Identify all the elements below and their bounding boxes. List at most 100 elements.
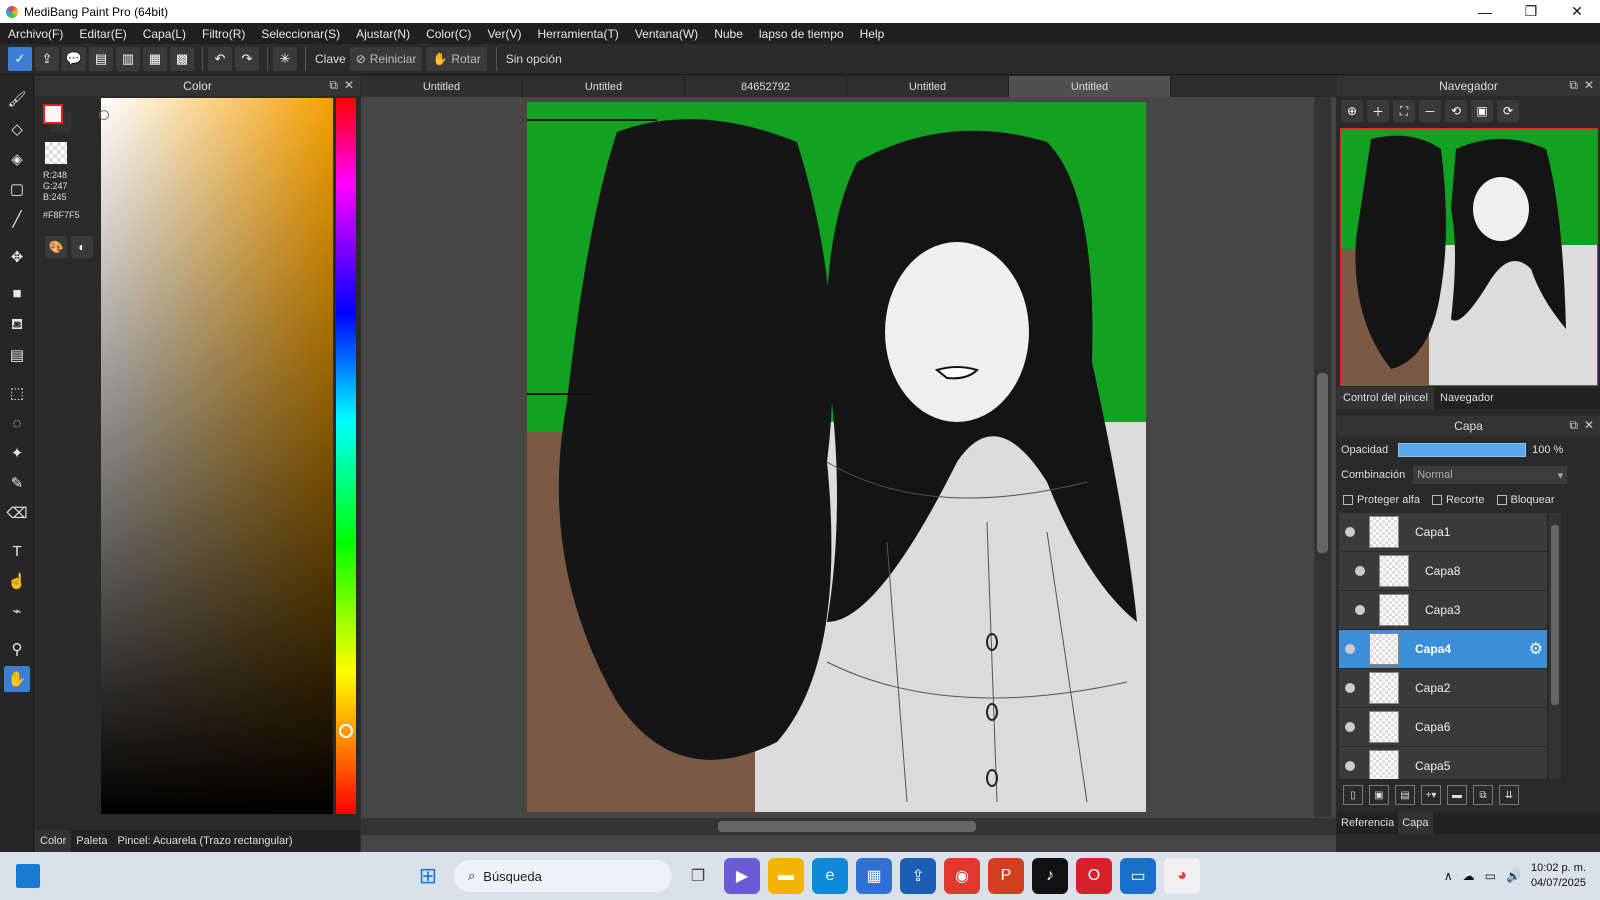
hue-slider[interactable] <box>336 98 356 814</box>
layer-row[interactable]: Capa2 <box>1339 669 1547 707</box>
undo-icon[interactable]: ↶ <box>208 47 232 71</box>
magic-wand-icon[interactable]: ✦ <box>4 440 30 466</box>
close-icon[interactable]: ✕ <box>1554 0 1600 23</box>
line-icon[interactable]: ╱ <box>4 206 30 232</box>
visibility-icon[interactable] <box>1345 761 1355 771</box>
visibility-icon[interactable] <box>1345 644 1355 654</box>
layer-row-selected[interactable]: Capa4 ⚙ <box>1339 630 1547 668</box>
weather-icon[interactable]: ☁ <box>1463 869 1475 883</box>
new-halftone-layer-icon[interactable]: ▣ <box>1369 785 1389 805</box>
tab-color[interactable]: Color <box>35 830 72 852</box>
tab-palette[interactable]: Paleta <box>71 830 112 852</box>
add-layer-menu-icon[interactable]: +▾ <box>1421 785 1441 805</box>
fit-icon[interactable]: ⛶ <box>1393 100 1415 122</box>
file-explorer-icon[interactable]: ▬ <box>768 858 804 894</box>
palette-icon[interactable]: 🎨 <box>45 236 67 258</box>
eraser-icon[interactable]: ◇ <box>4 116 30 142</box>
app-icon[interactable]: ⇪ <box>900 858 936 894</box>
page-icon[interactable]: ▥ <box>116 47 140 71</box>
windows-start-icon[interactable]: ⊞ <box>410 858 446 894</box>
panel-close-icon[interactable]: ✕ <box>344 78 354 93</box>
layer-row[interactable]: Capa3 <box>1339 591 1547 629</box>
medibang-taskbar-icon[interactable]: ◕ <box>1164 858 1200 894</box>
layer-row[interactable]: Capa5 <box>1339 747 1547 779</box>
duplicate-layer-icon[interactable]: ⧉ <box>1473 785 1493 805</box>
snap-icon[interactable]: ✳ <box>273 47 297 71</box>
lock-checkbox[interactable]: Bloquear <box>1496 494 1555 506</box>
eyedropper-icon[interactable]: ⚲ <box>4 636 30 662</box>
network-icon[interactable]: ▭ <box>1485 869 1496 883</box>
speech-bubble-icon[interactable]: 💬 <box>62 47 86 71</box>
window-app-icon[interactable]: ▭ <box>1120 858 1156 894</box>
doc-tab-3[interactable]: 84652792 <box>685 76 847 97</box>
menu-capa[interactable]: Capa(L) <box>135 27 194 41</box>
layer-row[interactable]: Capa1 <box>1339 513 1547 551</box>
opacity-slider[interactable] <box>1398 443 1527 457</box>
cloud-sync-icon[interactable]: ✓ <box>8 47 32 71</box>
tab-navigator[interactable]: Navegador <box>1434 387 1500 409</box>
visibility-icon[interactable] <box>1345 722 1355 732</box>
tab-layer[interactable]: Capa <box>1398 812 1433 834</box>
doc-tab-4[interactable]: Untitled <box>847 76 1009 97</box>
widgets-icon[interactable] <box>16 864 40 888</box>
menu-seleccionar[interactable]: Seleccionar(S) <box>253 27 348 41</box>
menu-ajustar[interactable]: Ajustar(N) <box>348 27 418 41</box>
rotate-left-icon[interactable]: ⟲ <box>1445 100 1467 122</box>
doc-tab-5[interactable]: Untitled <box>1009 76 1171 97</box>
vscroll-thumb[interactable] <box>1317 373 1328 553</box>
hand-tool-icon[interactable]: ✋ <box>4 666 30 692</box>
menu-filtro[interactable]: Filtro(R) <box>194 27 253 41</box>
menu-lapso[interactable]: lapso de tiempo <box>751 27 852 41</box>
drawing-canvas[interactable] <box>527 102 1146 812</box>
menu-ver[interactable]: Ver(V) <box>479 27 529 41</box>
canvas-vertical-scrollbar[interactable] <box>1314 97 1331 817</box>
operation-icon[interactable]: ☝ <box>4 568 30 594</box>
canvas-horizontal-scrollbar[interactable] <box>361 818 1336 835</box>
zoom-in-icon[interactable]: ＋ <box>1367 100 1389 122</box>
foreground-color-swatch[interactable] <box>43 104 63 124</box>
fullscreen-icon[interactable]: ▣ <box>1471 100 1493 122</box>
move-icon[interactable]: ✥ <box>4 244 30 270</box>
reset-button[interactable]: ⊘ Reiniciar <box>349 47 423 71</box>
tab-brush-control[interactable]: Control del pincel <box>1337 387 1434 409</box>
visibility-icon[interactable] <box>1345 683 1355 693</box>
chrome-icon[interactable]: ◉ <box>944 858 980 894</box>
select-eraser-icon[interactable]: ⌫ <box>4 500 30 526</box>
comment-icon[interactable]: ▤ <box>89 47 113 71</box>
clock[interactable]: 10:02 p. m. 04/07/2025 <box>1531 861 1586 891</box>
shape-icon[interactable]: ▢ <box>4 176 30 202</box>
visibility-icon[interactable] <box>1355 605 1365 615</box>
divide-icon[interactable]: ⌁ <box>4 598 30 624</box>
transparent-color-swatch[interactable] <box>45 142 67 164</box>
meet-icon[interactable]: ▶ <box>724 858 760 894</box>
panel-close-icon[interactable]: ✕ <box>1584 78 1594 93</box>
blend-mode-select[interactable]: Normal <box>1413 466 1568 484</box>
fill-rect-icon[interactable]: ■ <box>4 280 30 306</box>
panel-close-icon[interactable]: ✕ <box>1584 418 1594 433</box>
lasso-icon[interactable]: ◌ <box>4 410 30 436</box>
opera-icon[interactable]: O <box>1076 858 1112 894</box>
undock-icon[interactable]: ⧉ <box>329 78 338 93</box>
select-rect-icon[interactable]: ⬚ <box>4 380 30 406</box>
text-icon[interactable]: T <box>4 538 30 564</box>
maximize-icon[interactable]: ❐ <box>1508 0 1554 23</box>
grid-layout-icon[interactable]: ▩ <box>170 47 194 71</box>
tiktok-icon[interactable]: ♪ <box>1032 858 1068 894</box>
share-icon[interactable]: ⇪ <box>35 47 59 71</box>
menu-color[interactable]: Color(C) <box>418 27 479 41</box>
panel-layout-icon[interactable]: ▦ <box>143 47 167 71</box>
minimize-icon[interactable]: — <box>1462 0 1508 23</box>
store-icon[interactable]: ▦ <box>856 858 892 894</box>
menu-ventana[interactable]: Ventana(W) <box>627 27 706 41</box>
dot-eraser-icon[interactable]: ◈ <box>4 146 30 172</box>
task-view-icon[interactable]: ❐ <box>680 858 716 894</box>
gear-icon[interactable]: ⚙ <box>1529 639 1543 659</box>
select-pen-icon[interactable]: ✎ <box>4 470 30 496</box>
sv-cursor[interactable] <box>99 110 109 120</box>
layer-row[interactable]: Capa6 <box>1339 708 1547 746</box>
taskbar-search[interactable]: ⌕ Búsqueda <box>454 860 672 892</box>
doc-tab-2[interactable]: Untitled <box>523 76 685 97</box>
brush-icon[interactable]: 🖌 <box>4 86 30 112</box>
edge-icon[interactable]: e <box>812 858 848 894</box>
rotate-button[interactable]: ✋ Rotar <box>426 47 487 71</box>
